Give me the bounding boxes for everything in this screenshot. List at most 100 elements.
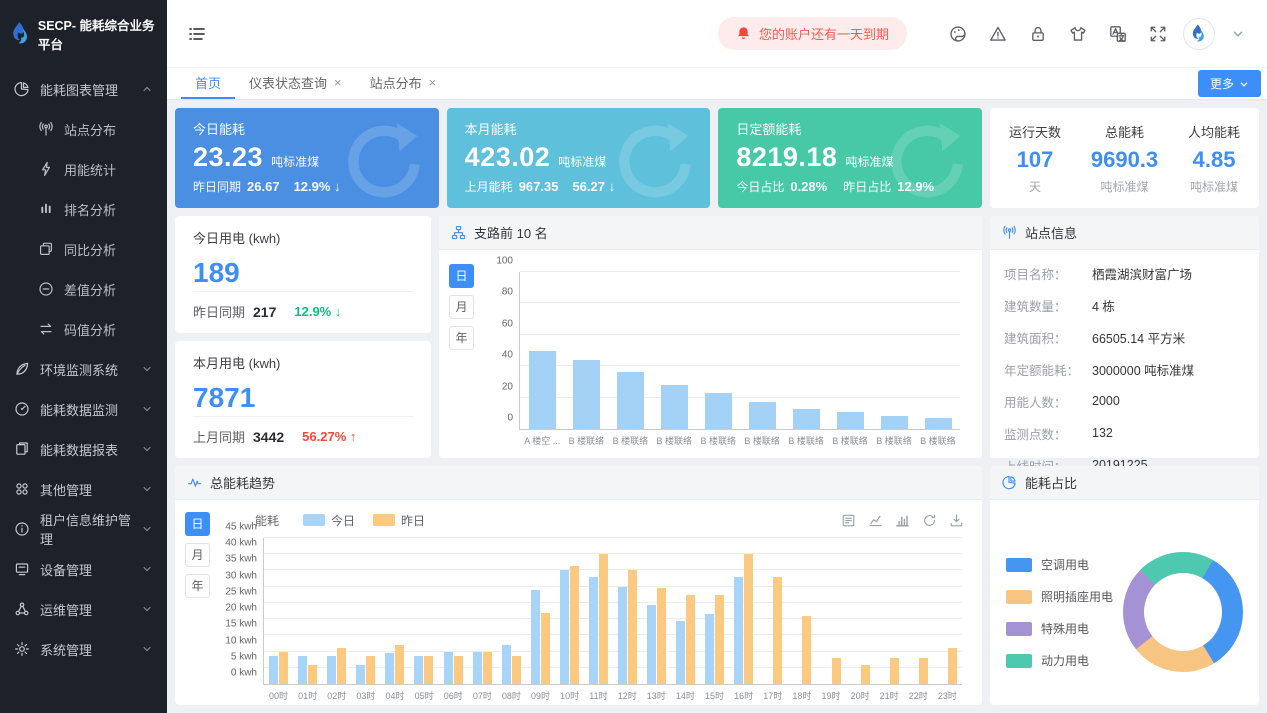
sidebar-group-7[interactable]: 系统管理 (0, 629, 167, 669)
month-electric-panel: 本月用电 (kwh) 7871 上月同期 3442 56.27% ↑ (175, 341, 431, 458)
trend-bar-昨日 (744, 554, 753, 684)
x-axis-label: 19时 (821, 689, 840, 702)
trend-bar-昨日 (948, 648, 957, 684)
pie-legend-item-3[interactable]: 动力用电 (1006, 652, 1113, 669)
trend-group-23 (933, 538, 962, 684)
period-button-年[interactable]: 年 (449, 326, 474, 350)
period-button-月[interactable]: 月 (185, 543, 210, 567)
toolbar-bar-icon[interactable] (895, 513, 910, 528)
warning-icon[interactable] (989, 25, 1007, 43)
toolbar-refresh[interactable] (922, 513, 937, 528)
sidebar-group-4[interactable]: 租户信息维护管理 (0, 509, 167, 549)
branch-bar-0 (529, 351, 556, 430)
x-axis-label: 12时 (618, 689, 637, 702)
fullscreen-icon[interactable] (1149, 25, 1167, 43)
sidebar-group-1[interactable]: 能耗数据监测 (0, 389, 167, 429)
trend-chart-body: 日月年 能耗 今日昨日 0 kwh5 kwh10 kwh15 kwh20 kwh… (175, 500, 982, 705)
pie-legend-item-0[interactable]: 空调用电 (1006, 556, 1113, 573)
trend-bar-昨日 (599, 554, 608, 684)
trend-group-7 (468, 538, 497, 684)
translate-icon[interactable] (1109, 25, 1127, 43)
stat-unit: 吨标准煤 (1188, 178, 1240, 195)
panel-title: 支路前 10 名 (474, 223, 548, 242)
trend-legend: 今日 昨日 (303, 512, 425, 529)
gear-icon (14, 641, 30, 657)
minus-circle-icon (38, 281, 54, 297)
site-info-row-0: 项目名称：栖霞湖滨财富广场 (1004, 257, 1245, 289)
sidebar-group-3[interactable]: 其他管理 (0, 469, 167, 509)
sidebar-subitem-5[interactable]: 码值分析 (0, 309, 167, 349)
lock-icon[interactable] (1029, 25, 1047, 43)
header-icons (949, 25, 1167, 43)
pie-legend-item-1[interactable]: 照明插座用电 (1006, 588, 1113, 605)
report-icon (14, 441, 30, 457)
user-avatar[interactable] (1183, 18, 1215, 50)
user-menu-chevron-icon[interactable] (1231, 27, 1245, 41)
toolbar-line-chart[interactable] (868, 513, 883, 528)
sidebar-group-6[interactable]: 运维管理 (0, 589, 167, 629)
card-delta: 56.27 ↓ (572, 179, 615, 194)
bottom-row: 总能耗趋势 日月年 能耗 今日昨日 0 kwh5 kwh10 kwh15 kwh… (175, 466, 1259, 705)
y-axis-tick: 40 (502, 350, 513, 361)
branch-bar-4 (705, 393, 732, 429)
info-circle-icon (14, 521, 30, 537)
sidebar-subitem-4[interactable]: 差值分析 (0, 269, 167, 309)
tab-0[interactable]: 首页 (181, 68, 235, 99)
pie-legend-swatch (1006, 590, 1032, 604)
sidebar-group-energy-charts[interactable]: 能耗图表管理 (0, 69, 167, 109)
pie-legend: 空调用电照明插座用电特殊用电动力用电 (1006, 556, 1113, 691)
legend-item-昨日[interactable]: 昨日 (373, 512, 425, 529)
sidebar-group-0[interactable]: 环境监测系统 (0, 349, 167, 389)
trend-bar-今日 (618, 587, 627, 684)
period-button-年[interactable]: 年 (185, 574, 210, 598)
site-info-label: 建筑数量： (1004, 296, 1092, 315)
period-button-日[interactable]: 日 (449, 264, 474, 288)
sidebar-collapse-icon[interactable] (187, 24, 207, 44)
card-daily-quota-energy: 日定额能耗 8219.18 吨标准煤 今日占比 0.28% 昨日占比 12.9% (718, 108, 982, 208)
flame-logo-icon (10, 19, 32, 49)
legend-label: 今日 (331, 512, 355, 529)
sidebar-subitem-0[interactable]: 站点分布 (0, 109, 167, 149)
rank-icon (38, 201, 54, 217)
today-electric-panel: 今日用电 (kwh) 189 昨日同期 217 12.9% ↓ (175, 216, 431, 333)
tab-label: 首页 (195, 73, 221, 92)
site-info-value: 132 (1092, 426, 1113, 440)
stat-cards-row: 今日能耗 23.23 吨标准煤 昨日同期 26.67 12.9% ↓ (175, 108, 1259, 208)
x-axis-label: 17时 (763, 689, 782, 702)
trend-group-9 (526, 538, 555, 684)
account-expiry-notice[interactable]: 您的账户还有一天到期 (718, 17, 907, 50)
trend-group-15 (700, 538, 729, 684)
tab-close-icon[interactable]: × (334, 76, 342, 89)
toolbar-data-view[interactable] (841, 513, 856, 528)
sidebar-subitem-2[interactable]: 排名分析 (0, 189, 167, 229)
x-axis-label: B 楼联络 (832, 434, 868, 447)
summary-stat-0: 运行天数107天 (1009, 122, 1061, 195)
panel-title: 总能耗趋势 (210, 473, 275, 492)
trend-bar-今日 (589, 577, 598, 684)
trend-group-16 (729, 538, 758, 684)
trend-group-12 (613, 538, 642, 684)
sidebar-subitem-3[interactable]: 同比分析 (0, 229, 167, 269)
card-sub-value: 26.67 (247, 179, 280, 194)
trend-bar-今日 (734, 577, 743, 684)
x-axis-label: B 楼联络 (744, 434, 780, 447)
palette-icon[interactable] (949, 25, 967, 43)
tab-close-icon[interactable]: × (429, 76, 437, 89)
period-button-月[interactable]: 月 (449, 295, 474, 319)
sidebar-subitem-1[interactable]: 用能统计 (0, 149, 167, 189)
tab-1[interactable]: 仪表状态查询× (235, 68, 356, 99)
period-button-日[interactable]: 日 (185, 512, 210, 536)
tshirt-icon[interactable] (1069, 25, 1087, 43)
sidebar-group-label: 能耗图表管理 (40, 80, 118, 99)
x-axis-label: B 楼联络 (920, 434, 956, 447)
sidebar-group-5[interactable]: 设备管理 (0, 549, 167, 589)
tab-2[interactable]: 站点分布× (356, 68, 451, 99)
more-button[interactable]: 更多 (1198, 70, 1261, 97)
pie-legend-item-2[interactable]: 特殊用电 (1006, 620, 1113, 637)
toolbar-download[interactable] (949, 513, 964, 528)
legend-swatch (373, 514, 395, 526)
trend-bar-今日 (298, 656, 307, 684)
legend-item-今日[interactable]: 今日 (303, 512, 355, 529)
sidebar-group-2[interactable]: 能耗数据报表 (0, 429, 167, 469)
trend-bar-昨日 (657, 588, 666, 684)
